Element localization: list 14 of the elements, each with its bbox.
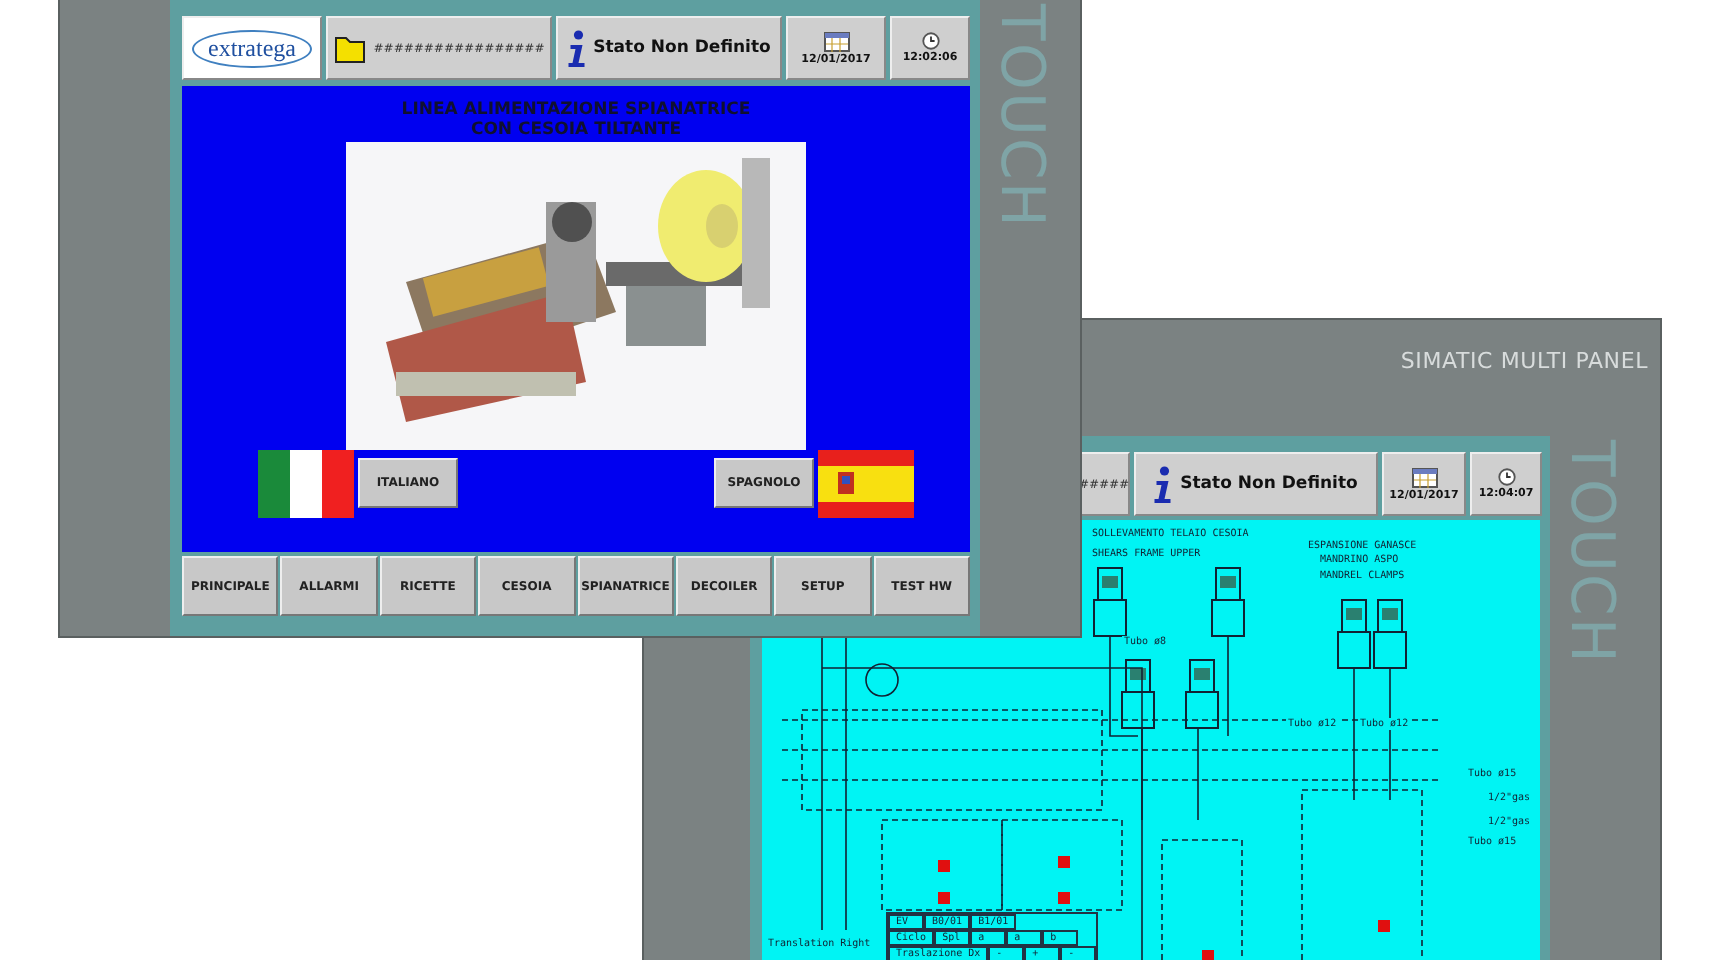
calendar-icon <box>823 31 849 51</box>
status-text: Stato Non Definito <box>593 38 771 58</box>
company-logo: extratega <box>192 29 312 67</box>
clock-icon <box>921 32 939 50</box>
panel-brand-label: SIMATIC MULTI PANEL <box>1400 348 1648 374</box>
status-text: Stato Non Definito <box>1180 474 1358 494</box>
info-icon <box>567 29 586 67</box>
calendar-icon <box>1411 467 1437 487</box>
clock-icon <box>1497 468 1515 486</box>
spanish-flag-icon <box>818 450 914 518</box>
folder-icon <box>333 33 366 63</box>
italian-flag-icon <box>258 450 354 518</box>
info-icon <box>1154 465 1173 503</box>
screen-title: LINEA ALIMENTAZIONE SPIANATRICE CON CESOIA TILTANTE <box>401 100 751 140</box>
